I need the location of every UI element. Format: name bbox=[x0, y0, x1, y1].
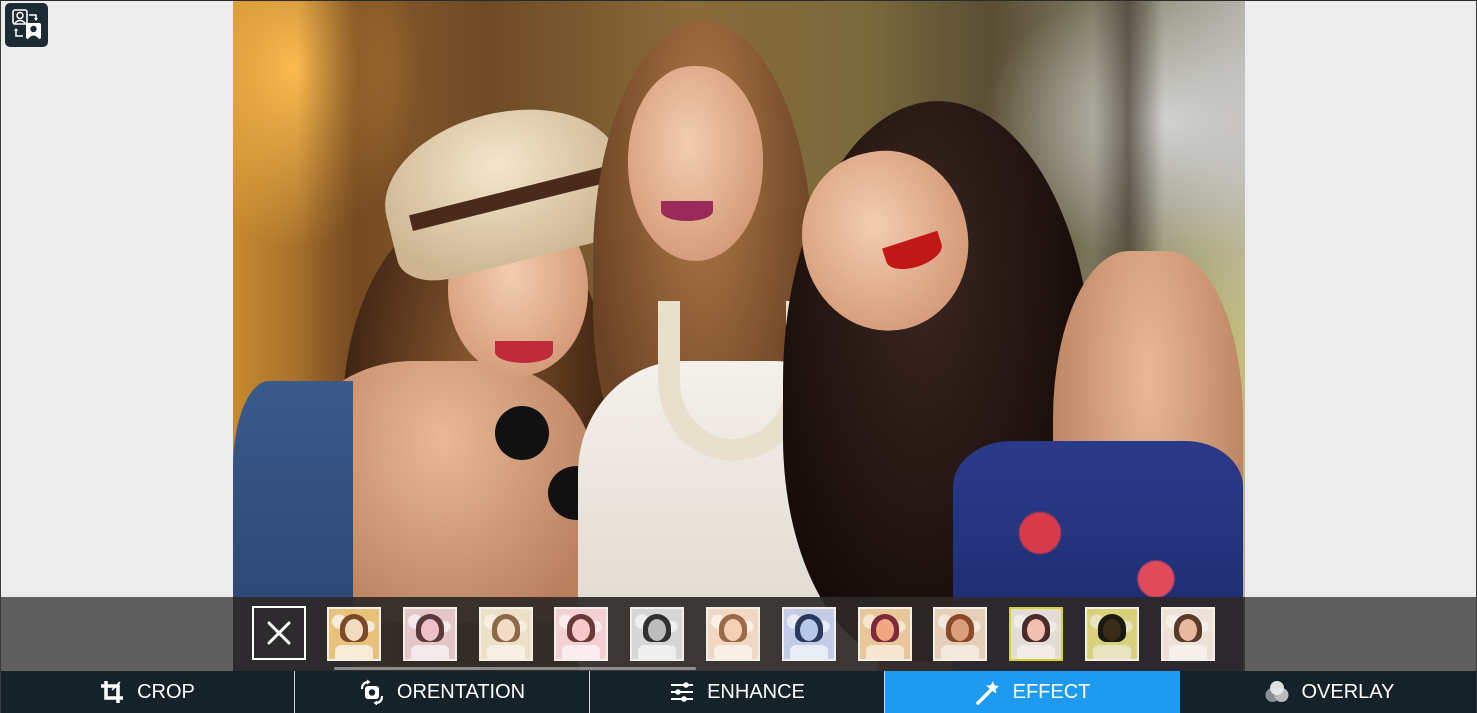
thumbnail-face bbox=[1103, 619, 1121, 641]
window-left-border bbox=[0, 0, 1, 713]
thumbnail-dress bbox=[638, 645, 677, 659]
person-left-lips bbox=[495, 341, 553, 363]
thumbnail-dress bbox=[410, 645, 449, 659]
magic-wand-icon bbox=[975, 681, 999, 705]
thumbnail-dress bbox=[1093, 645, 1131, 659]
effect-thumbnail[interactable] bbox=[933, 607, 988, 661]
effect-thumbnail[interactable] bbox=[327, 607, 381, 661]
effect-thumbnail[interactable] bbox=[781, 607, 836, 661]
tab-crop-label: CROP bbox=[137, 680, 195, 703]
thumbnail-dress bbox=[941, 645, 980, 659]
thumbnail-face bbox=[724, 619, 742, 641]
edit-photo bbox=[233, 1, 1245, 671]
effect-thumbnail[interactable] bbox=[554, 607, 609, 661]
tab-enhance-label: ENHANCE bbox=[707, 680, 805, 703]
tab-orientation[interactable]: ORENTATION bbox=[295, 671, 590, 713]
thumbnail-dress bbox=[1017, 645, 1056, 659]
bottom-tabbar: CROP ORENTATION ENHANCE EFFECT OVERLAY bbox=[0, 671, 1477, 713]
effect-thumbnail[interactable] bbox=[706, 607, 760, 661]
cancel-effect-button[interactable] bbox=[252, 606, 306, 660]
close-icon bbox=[267, 621, 291, 645]
effect-thumbnail[interactable] bbox=[478, 607, 533, 661]
thumbnail-face bbox=[496, 619, 515, 641]
thumbnail-dress bbox=[789, 645, 828, 659]
effect-thumbnail[interactable] bbox=[1009, 607, 1064, 661]
crop-icon bbox=[101, 681, 124, 703]
tab-overlay-label: OVERLAY bbox=[1301, 680, 1395, 703]
effect-thumbnail[interactable] bbox=[402, 607, 457, 661]
thumbnail-face bbox=[1178, 619, 1197, 641]
tab-enhance[interactable]: ENHANCE bbox=[590, 671, 885, 713]
sliders-icon bbox=[671, 682, 694, 702]
person-middle-face bbox=[628, 66, 763, 261]
thumbnail-face bbox=[345, 619, 363, 641]
tab-crop[interactable]: CROP bbox=[0, 671, 295, 713]
effects-scrollbar[interactable] bbox=[334, 667, 696, 670]
sunglasses-lens bbox=[495, 406, 549, 460]
effect-thumbnail[interactable] bbox=[857, 607, 912, 661]
tab-effect[interactable]: EFFECT bbox=[885, 671, 1181, 713]
rotate-icon bbox=[360, 679, 384, 705]
thumbnail-dress bbox=[486, 645, 525, 659]
tab-overlay[interactable]: OVERLAY bbox=[1181, 671, 1477, 713]
thumbnail-face bbox=[799, 619, 818, 641]
thumbnail-face bbox=[420, 619, 439, 641]
person-middle-lips bbox=[661, 201, 713, 221]
effect-thumbnail[interactable] bbox=[630, 607, 685, 661]
thumbnail-face bbox=[875, 619, 894, 641]
effect-thumbnail[interactable] bbox=[1160, 607, 1215, 661]
overlay-circles-icon bbox=[1265, 681, 1288, 702]
thumbnail-dress bbox=[335, 645, 373, 659]
thumbnail-dress bbox=[562, 645, 601, 659]
tab-orientation-label: ORENTATION bbox=[396, 680, 526, 703]
tab-effect-label: EFFECT bbox=[1012, 680, 1091, 703]
effect-thumbnail[interactable] bbox=[1085, 607, 1139, 661]
thumbnail-dress bbox=[714, 645, 752, 659]
thumbnail-dress bbox=[1168, 645, 1207, 659]
swap-faces-icon bbox=[11, 9, 41, 39]
swap-faces-button[interactable] bbox=[5, 3, 48, 47]
thumbnail-dress bbox=[865, 645, 904, 659]
